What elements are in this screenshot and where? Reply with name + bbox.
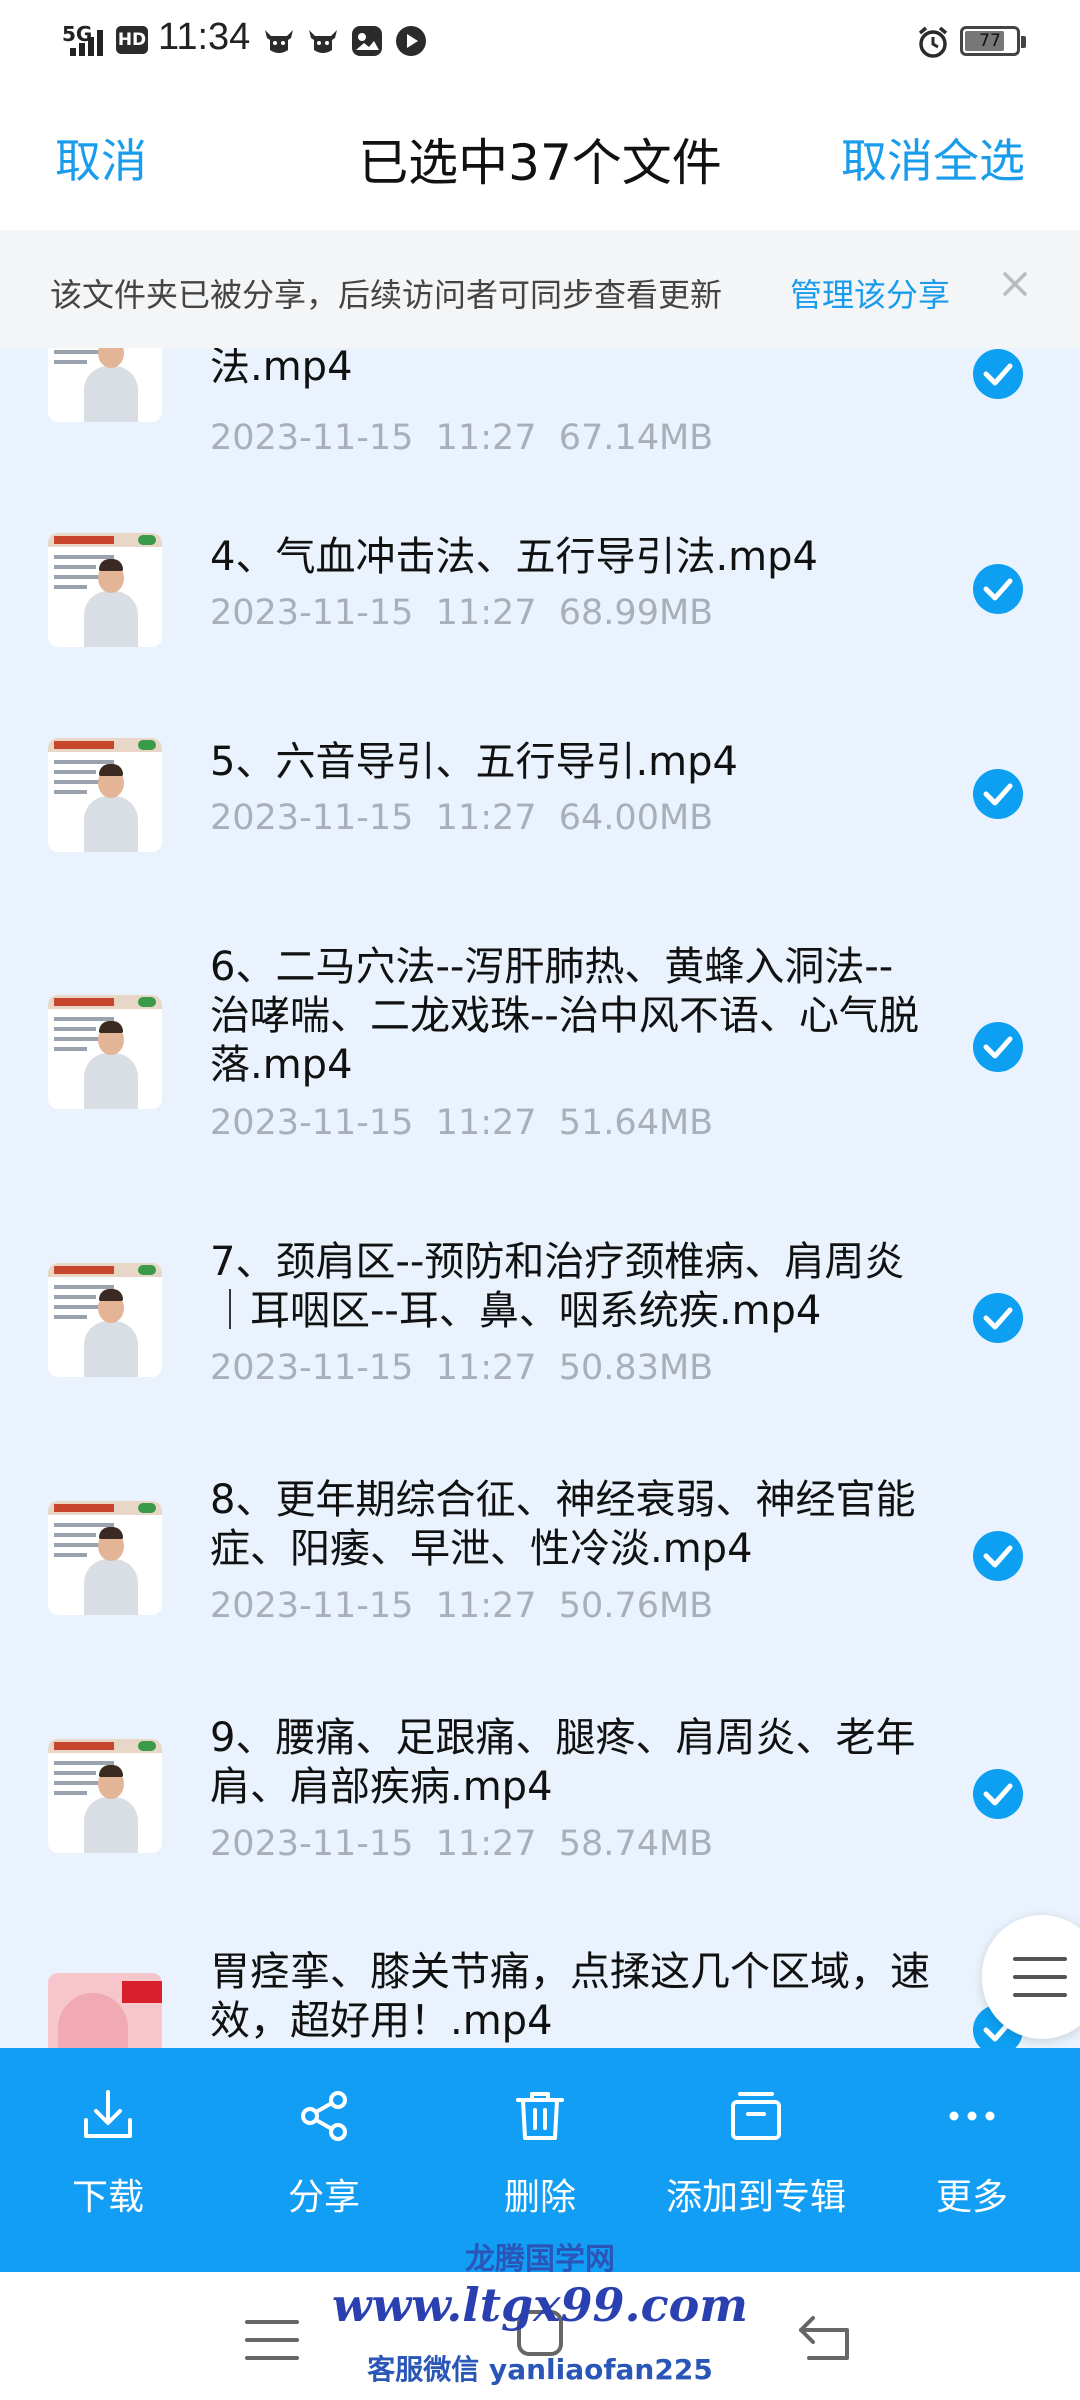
file-meta: 2023-11-15 11:27 67.14MB [210, 418, 714, 458]
hd-badge: HD [116, 26, 148, 54]
signal-icon [70, 30, 103, 56]
more-button[interactable]: 更多 [882, 2086, 1062, 2220]
video-thumbnail [48, 1501, 162, 1615]
file-name: 4、气血冲击法、五行导引法.mp4 [210, 534, 818, 580]
delete-label: 删除 [503, 2177, 576, 2218]
close-icon[interactable] [995, 264, 1035, 304]
video-thumbnail [48, 1739, 162, 1853]
file-name: 6、二马穴法--泻肝肺热、黄蜂入洞法--治哮喘、二龙戏珠--治中风不语、心气脱落… [210, 944, 919, 1088]
screen: 5G HD 11:34 77 取消 已选中37个文件 取消全选 该文件夹已被分享… [0, 0, 1080, 2400]
album-icon [731, 2092, 781, 2140]
checked-icon[interactable] [972, 1292, 1024, 1344]
watermark-url: www.ltgx99.com [332, 2278, 748, 2332]
more-label: 更多 [935, 2177, 1008, 2218]
watermark-title: 龙腾国学网 [465, 2242, 615, 2277]
clock: 11:34 [158, 16, 251, 58]
file-meta: 2023-11-15 11:27 50.83MB [210, 1348, 714, 1388]
video-thumbnail [48, 348, 162, 422]
file-meta: 2023-11-15 11:27 64.00MB [210, 798, 714, 838]
share-notice-banner: 该文件夹已被分享，后续访问者可同步查看更新 管理该分享 [0, 230, 1080, 348]
checked-icon[interactable] [972, 1768, 1024, 1820]
cow-app-icon-2 [309, 30, 337, 53]
video-thumbnail [48, 1973, 162, 2048]
cow-app-icon [265, 30, 293, 53]
video-thumbnail [48, 738, 162, 852]
play-app-icon [396, 26, 426, 56]
file-name: 7、颈肩区--预防和治疗颈椎病、肩周炎｜耳咽区--耳、鼻、咽系统疾.mp4 [210, 1239, 905, 1334]
checked-icon[interactable] [972, 1021, 1024, 1073]
download-label: 下载 [71, 2177, 144, 2218]
file-meta: 2023-11-15 11:27 51.64MB [210, 1103, 714, 1143]
share-button[interactable]: 分享 [234, 2086, 414, 2220]
status-bar: 5G HD 11:34 77 [0, 0, 1080, 85]
gallery-app-icon [352, 26, 382, 56]
hamburger-icon [1013, 1957, 1067, 1997]
file-name: 8、更年期综合征、神经衰弱、神经官能症、阳痿、早泄、性冷淡.mp4 [210, 1477, 916, 1572]
battery-level: 77 [979, 31, 1001, 51]
video-thumbnail [48, 1263, 162, 1377]
selection-header: 取消 已选中37个文件 取消全选 [0, 85, 1080, 230]
file-name: 法.mp4 [210, 348, 353, 390]
download-icon [84, 2090, 132, 2138]
battery-icon: 77 [960, 26, 1026, 56]
file-name: 5、六音导引、五行导引.mp4 [210, 739, 738, 785]
file-list[interactable]: 法.mp4 2023-11-15 11:27 67.14MB 4、气血冲击法、五… [0, 348, 1080, 2048]
file-meta: 2023-11-15 11:27 58.74MB [210, 1824, 714, 1864]
video-thumbnail [48, 533, 162, 647]
share-notice-text: 该文件夹已被分享，后续访问者可同步查看更新 [50, 276, 723, 314]
video-thumbnail [48, 995, 162, 1109]
add-to-album-label: 添加到专辑 [666, 2177, 847, 2218]
share-label: 分享 [287, 2177, 360, 2218]
alarm-icon [918, 26, 948, 58]
add-to-album-button[interactable]: 添加到专辑 [666, 2086, 846, 2220]
checked-icon[interactable] [972, 1530, 1024, 1582]
delete-button[interactable]: 删除 [450, 2086, 630, 2220]
download-button[interactable]: 下载 [18, 2086, 198, 2220]
deselect-all-button[interactable]: 取消全选 [841, 125, 1025, 191]
watermark-contact: 客服微信 yanliaofan225 [367, 2353, 713, 2386]
share-icon [301, 2091, 347, 2141]
more-icon [949, 2111, 995, 2121]
file-meta: 2023-11-15 11:27 50.76MB [210, 1586, 714, 1626]
file-name: 胃痉挛、膝关节痛，点揉这几个区域，速效，超好用！.mp4 [210, 1949, 930, 2044]
checked-icon[interactable] [972, 563, 1024, 615]
file-meta: 2023-11-15 11:27 68.99MB [210, 593, 714, 633]
file-name: 9、腰痛、足跟痛、腿疼、肩周炎、老年肩、肩部疾病.mp4 [210, 1715, 916, 1810]
checked-icon[interactable] [972, 768, 1024, 820]
checked-icon[interactable] [972, 348, 1024, 400]
manage-share-link[interactable]: 管理该分享 [790, 270, 950, 316]
trash-icon [516, 2092, 564, 2140]
